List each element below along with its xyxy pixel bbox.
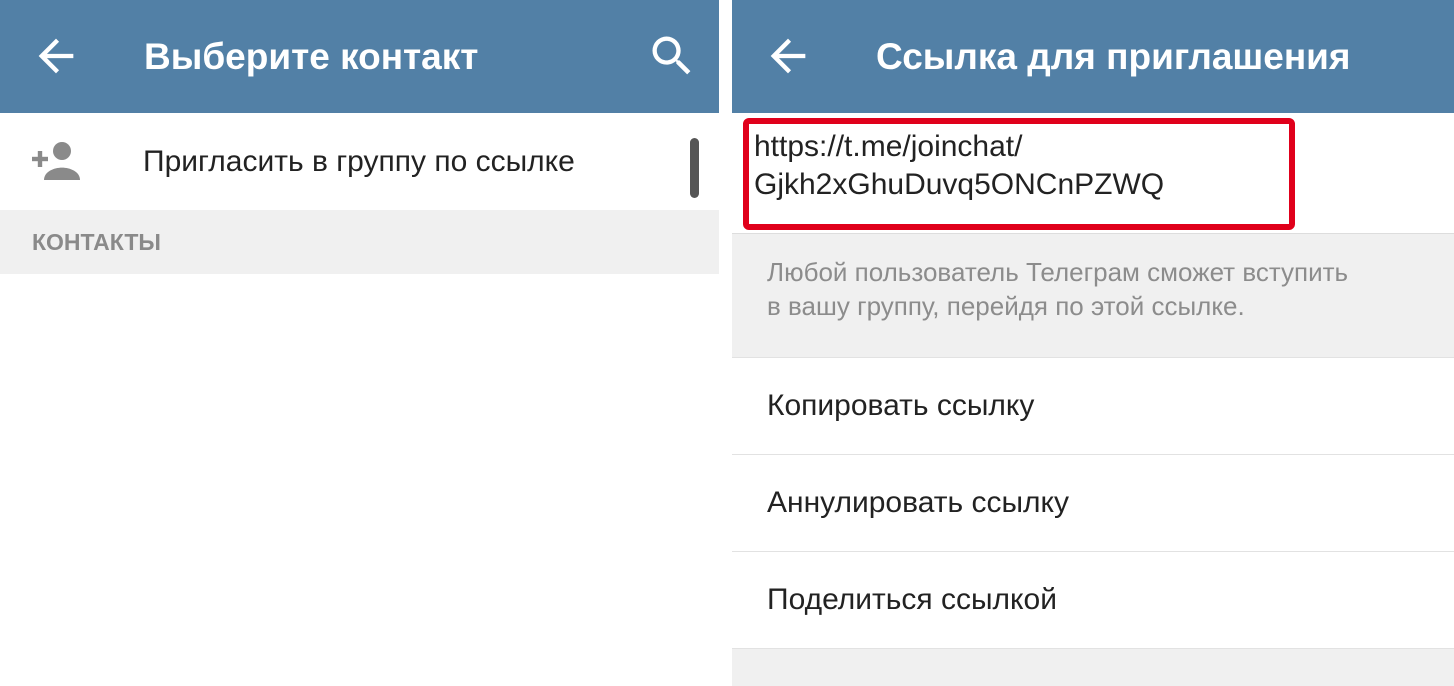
copy-link-button[interactable]: Копировать ссылку xyxy=(732,358,1454,455)
revoke-link-button[interactable]: Аннулировать ссылку xyxy=(732,455,1454,552)
invite-link-block: https://t.me/joinchat/ Gjkh2xGhuDuvq5ONC… xyxy=(732,113,1454,234)
share-link-label: Поделиться ссылкой xyxy=(767,583,1057,616)
copy-link-label: Копировать ссылку xyxy=(767,389,1035,422)
back-button[interactable] xyxy=(30,30,82,82)
invite-link-line-1: https://t.me/joinchat/ xyxy=(754,130,1023,163)
invite-by-link-item[interactable]: Пригласить в группу по ссылке xyxy=(0,113,719,210)
invite-link-screen: Ссылка для приглашения https://t.me/join… xyxy=(732,0,1454,686)
hint-line-2: в вашу группу, перейдя по этой ссылке. xyxy=(767,291,1245,321)
invite-link[interactable]: https://t.me/joinchat/ Gjkh2xGhuDuvq5ONC… xyxy=(754,128,1164,204)
share-link-button[interactable]: Поделиться ссылкой xyxy=(732,552,1454,649)
search-button[interactable] xyxy=(646,30,698,82)
invite-link-hint: Любой пользователь Телеграм сможет вступ… xyxy=(767,255,1437,323)
app-bar: Ссылка для приглашения xyxy=(732,0,1454,113)
add-person-icon xyxy=(31,141,81,181)
hint-line-1: Любой пользователь Телеграм сможет вступ… xyxy=(767,257,1349,287)
back-button[interactable] xyxy=(762,30,814,82)
invite-by-link-label: Пригласить в группу по ссылке xyxy=(143,145,575,178)
revoke-link-label: Аннулировать ссылку xyxy=(767,486,1069,519)
app-bar: Выберите контакт xyxy=(0,0,719,113)
arrow-left-icon xyxy=(38,38,74,74)
select-contact-screen: Выберите контакт Пригласить в группу по … xyxy=(0,0,719,686)
contacts-section-header: КОНТАКТЫ xyxy=(0,210,719,274)
arrow-left-icon xyxy=(770,38,806,74)
search-icon xyxy=(652,36,691,75)
page-title: Ссылка для приглашения xyxy=(876,36,1351,77)
section-header-label: КОНТАКТЫ xyxy=(32,229,161,255)
contacts-list xyxy=(0,274,719,686)
page-title: Выберите контакт xyxy=(144,36,479,77)
scrollbar-thumb[interactable] xyxy=(690,138,699,198)
invite-link-line-2: Gjkh2xGhuDuvq5ONCnPZWQ xyxy=(754,168,1165,201)
link-actions-list: Копировать ссылку Аннулировать ссылку По… xyxy=(732,357,1454,649)
